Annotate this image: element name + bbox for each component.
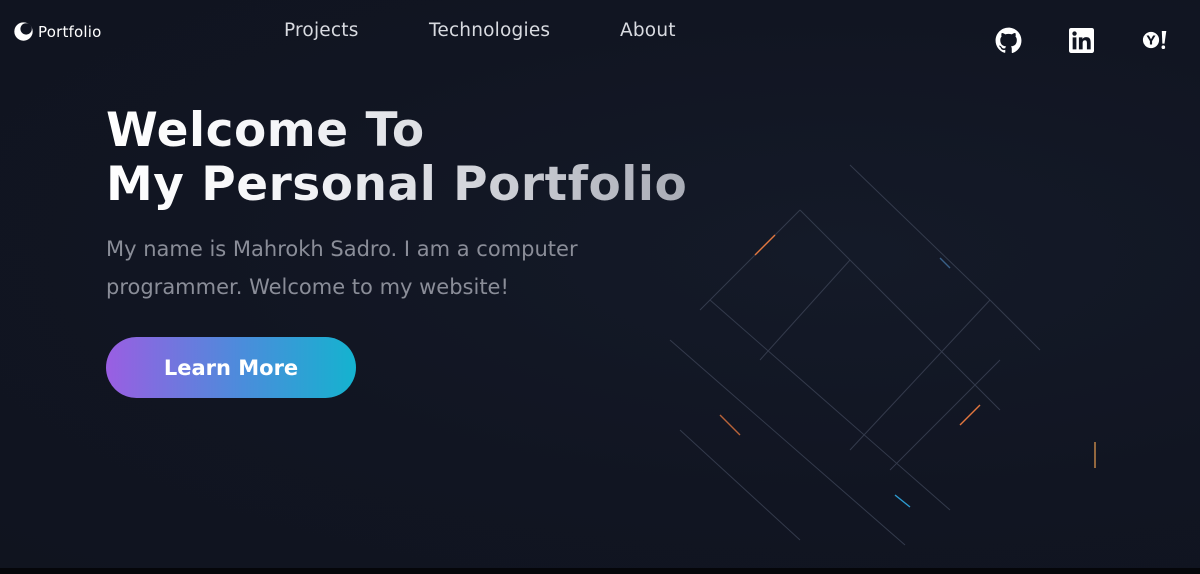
- nav-link-technologies[interactable]: Technologies: [429, 20, 550, 41]
- linkedin-icon: [1068, 27, 1094, 53]
- nav-link-projects[interactable]: Projects: [284, 20, 359, 41]
- page-background: Portfolio Projects Technologies About We…: [0, 0, 1200, 568]
- learn-more-button[interactable]: Learn More: [106, 337, 356, 398]
- logo-text: Portfolio: [38, 22, 102, 41]
- hero-title-line-1: Welcome To: [106, 103, 425, 158]
- linkedin-link[interactable]: [1067, 26, 1095, 54]
- background-grid-art: [669, 164, 1096, 546]
- logo-icon: [14, 22, 33, 41]
- hero-description: My name is Mahrokh Sadro. I am a compute…: [106, 237, 578, 299]
- github-icon: [995, 27, 1021, 53]
- bottom-bar: [0, 568, 1200, 574]
- yahoo-icon: [1142, 31, 1166, 49]
- nav-link-about[interactable]: About: [620, 20, 676, 41]
- github-link[interactable]: [994, 26, 1022, 54]
- hero-title: Welcome To My Personal Portfolio: [106, 104, 687, 212]
- yahoo-link[interactable]: [1141, 26, 1169, 54]
- logo-link[interactable]: Portfolio: [13, 21, 102, 42]
- hero-title-line-2: My Personal Portfolio: [106, 157, 688, 212]
